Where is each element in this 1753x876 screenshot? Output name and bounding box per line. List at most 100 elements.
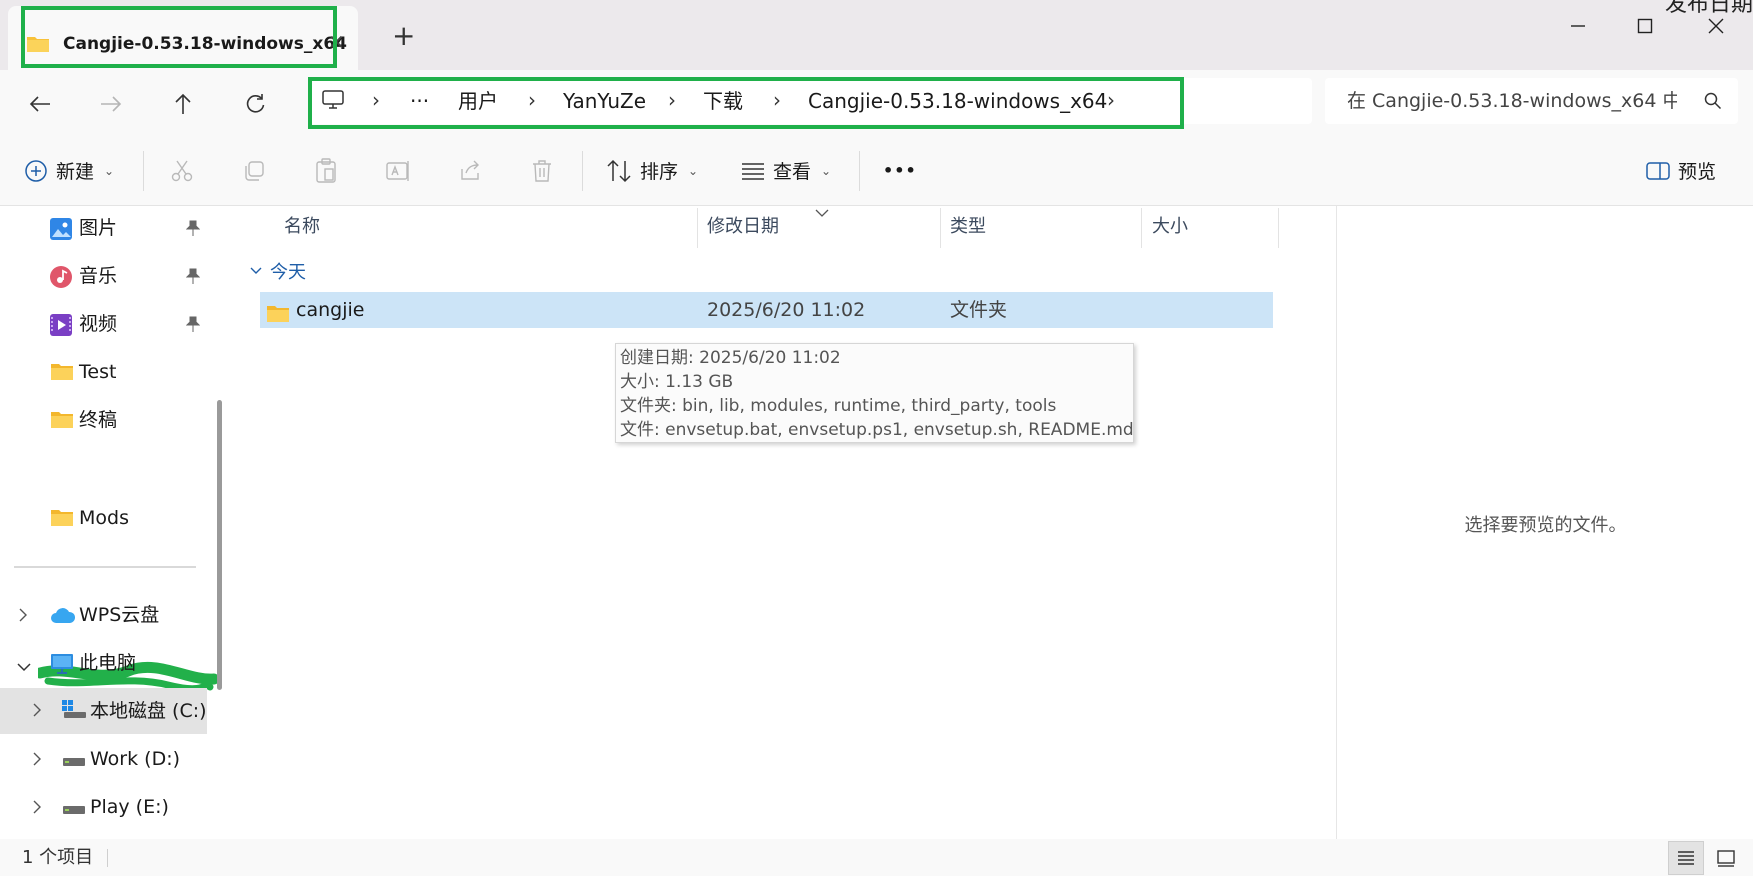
new-label: 新建 [56,161,95,183]
tiles-view-icon [1717,850,1735,867]
back-button[interactable] [22,86,58,122]
file-list: 名称 修改日期 类型 大小 今天 cangjie 2025/6/20 11:02… [236,206,1336,839]
arrow-left-icon [29,96,50,112]
arrow-up-icon [175,93,191,114]
sidebar-item-label: 此电脑 [79,652,137,674]
search-box[interactable]: 在 Cangjie-0.53.18-windows_x64 中 [1325,78,1738,124]
trash-icon [530,159,554,183]
up-button[interactable] [165,86,201,122]
sidebar-item-drive-c[interactable]: 本地磁盘 (C:) [0,688,207,734]
drive-icon [62,801,86,820]
pictures-icon [50,218,72,244]
minimize-button[interactable] [1558,10,1598,42]
chevron-right-icon[interactable] [32,702,42,722]
forward-button[interactable] [93,86,129,122]
group-label: 今天 [270,262,306,283]
table-row[interactable]: cangjie 2025/6/20 11:02 文件夹 [260,292,1273,328]
sidebar-item-label: 音乐 [79,265,118,287]
new-button[interactable]: 新建 ⌄ [24,135,114,206]
close-icon [1708,18,1724,34]
share-icon [458,159,482,183]
view-button[interactable]: 查看 ⌄ [741,135,831,206]
column-separator[interactable] [1278,208,1279,248]
computer-icon [50,653,74,679]
more-options-button[interactable]: ••• [883,135,917,206]
cut-button[interactable] [170,135,194,206]
new-tab-icon[interactable]: + [392,22,415,50]
details-view-button[interactable] [1668,841,1704,875]
sidebar-item-final-draft[interactable]: 终稿 [0,398,207,442]
column-header-modified[interactable]: 修改日期 [707,206,779,248]
view-list-icon [741,161,765,181]
sidebar-item-drive-e[interactable]: Play (E:) [0,785,207,829]
status-divider [107,849,108,867]
videos-icon [50,314,72,340]
plus-circle-icon [24,159,48,183]
item-count: 1 个项目 [22,847,94,868]
sidebar-item-label: Mods [79,507,129,529]
sidebar-divider [14,566,196,568]
chevron-down-icon[interactable] [16,657,32,676]
tooltip-created: 创建日期: 2025/6/20 11:02 [620,348,841,368]
column-separator[interactable] [697,208,698,248]
drive-icon [62,753,86,772]
chevron-right-icon[interactable] [32,751,42,771]
sidebar-item-label: Test [79,361,117,383]
sidebar-item-label: WPS云盘 [79,604,160,626]
column-header-type[interactable]: 类型 [950,206,986,248]
command-bar: 新建 ⌄ 排序 ⌄ 查看 ⌄ ••• 预览 [0,135,1753,206]
sort-button[interactable]: 排序 ⌄ [606,135,698,206]
column-header-size[interactable]: 大小 [1152,206,1188,248]
sidebar-item-wps-cloud[interactable]: WPS云盘 [0,593,207,637]
preview-pane-button[interactable]: 预览 [1646,135,1716,206]
sidebar-item-music[interactable]: 音乐 [0,254,207,298]
sidebar-item-label: 视频 [79,313,118,335]
more-icon: ••• [883,161,917,180]
chevron-right-icon[interactable] [18,607,28,627]
search-input[interactable]: 在 Cangjie-0.53.18-windows_x64 中 [1347,78,1677,124]
copy-button[interactable] [242,135,266,206]
close-window-button[interactable] [1696,10,1736,42]
sidebar-item-label: 终稿 [79,409,118,431]
group-header-today[interactable]: 今天 [250,258,306,284]
folder-icon [266,300,290,336]
column-separator[interactable] [1141,208,1142,248]
clipboard-icon [314,157,338,184]
delete-button[interactable] [530,135,554,206]
sidebar-item-label: Work (D:) [90,748,181,770]
sidebar-item-pictures[interactable]: 图片 [0,206,207,250]
scissors-icon [170,159,194,183]
preview-empty-message: 选择要预览的文件。 [1464,515,1627,536]
sidebar-item-drive-d[interactable]: Work (D:) [0,737,207,781]
column-header-name[interactable]: 名称 [284,206,320,248]
windows-drive-icon [62,700,86,724]
maximize-button[interactable] [1625,10,1665,42]
refresh-button[interactable] [237,86,273,122]
pin-icon[interactable] [185,316,201,336]
sidebar-item-test[interactable]: Test [0,350,207,394]
sidebar-item-this-pc[interactable]: 此电脑 [0,641,207,685]
details-view-icon [1678,851,1694,865]
chevron-down-icon: ⌄ [104,163,115,178]
address-highlight-box [308,77,1184,129]
sort-descending-icon [815,202,829,221]
maximize-icon [1637,18,1653,34]
chevron-right-icon[interactable] [32,799,42,819]
sidebar-item-videos[interactable]: 视频 [0,302,207,346]
folder-icon [50,508,74,532]
pin-icon[interactable] [185,220,201,240]
sidebar-scrollbar[interactable] [217,400,222,690]
share-button[interactable] [458,135,482,206]
rename-button[interactable] [386,135,412,206]
paste-button[interactable] [314,135,338,206]
pin-icon[interactable] [185,268,201,288]
sidebar-item-label: 图片 [79,217,118,239]
tiles-view-button[interactable] [1708,841,1744,875]
preview-pane: 选择要预览的文件。 [1336,206,1753,839]
title-bar: 发布日期 Cangjie-0.53.18-windows_x64 ✕ + [0,0,1753,70]
column-separator[interactable] [940,208,941,248]
copy-icon [242,159,266,183]
tooltip-folders: 文件夹: bin, lib, modules, runtime, third_p… [620,396,1057,416]
folder-icon [50,410,74,434]
sidebar-item-mods[interactable]: Mods [0,496,207,540]
